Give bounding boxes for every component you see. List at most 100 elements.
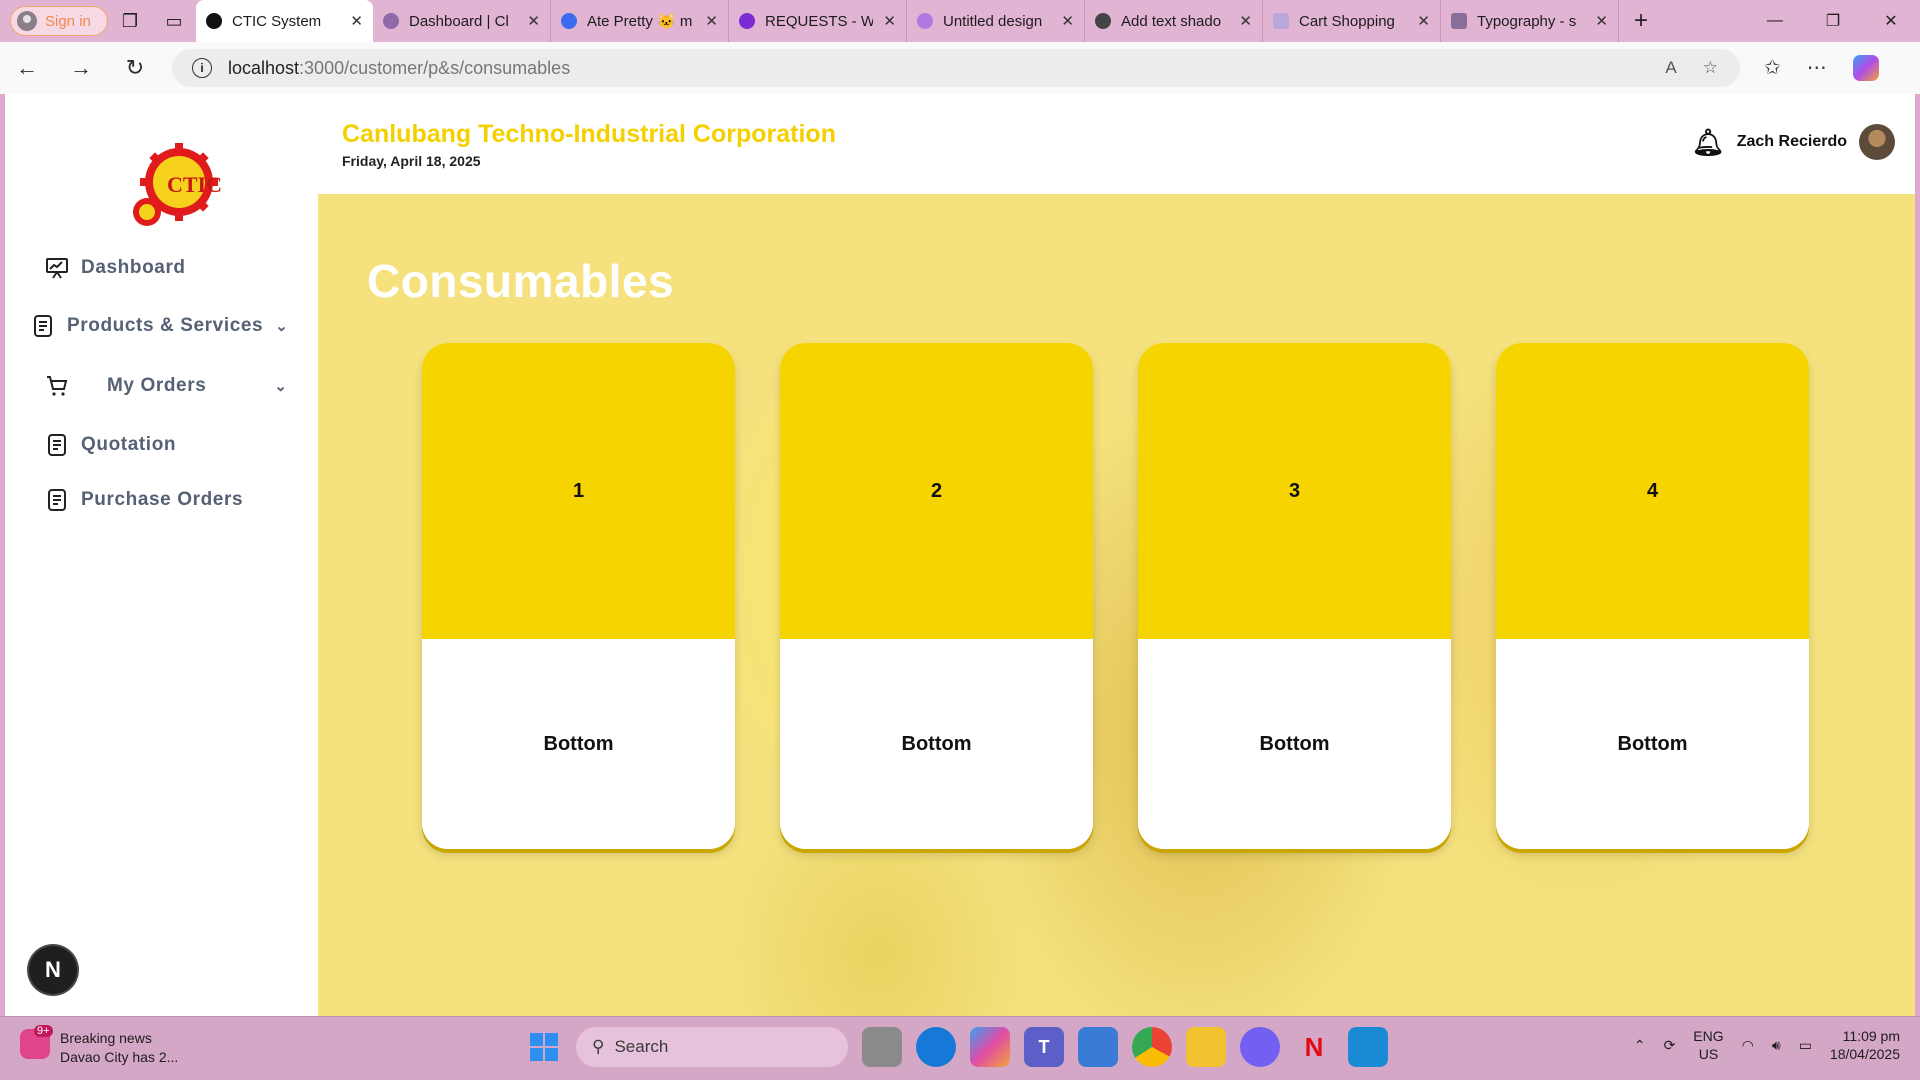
news-widget[interactable]: 9+ Breaking news Davao City has 2... bbox=[20, 1025, 178, 1067]
tab-actions-icon[interactable]: ▭ bbox=[152, 0, 196, 42]
favorites-icon[interactable]: ✩ bbox=[1764, 55, 1781, 81]
card-top: 3 bbox=[1138, 343, 1451, 639]
wifi-icon[interactable]: ◠ bbox=[1742, 1037, 1754, 1054]
browser-tab[interactable]: REQUESTS - W ✕ bbox=[729, 0, 907, 42]
tab-title: Dashboard | Cl bbox=[409, 12, 509, 30]
chevron-up-icon[interactable]: ⌃ bbox=[1634, 1037, 1646, 1054]
card-bottom: Bottom bbox=[422, 639, 735, 849]
chatgpt-favicon-icon bbox=[1095, 13, 1111, 29]
sign-in-button[interactable]: Sign in bbox=[10, 6, 108, 36]
file-explorer-icon[interactable] bbox=[1186, 1027, 1226, 1067]
teams-icon[interactable]: T bbox=[1024, 1027, 1064, 1067]
sidebar-item-dashboard[interactable]: Dashboard bbox=[45, 256, 186, 280]
close-tab-icon[interactable]: ✕ bbox=[527, 12, 540, 30]
user-menu: 🔔︎ Zach Recierdo bbox=[1692, 124, 1895, 160]
browser-tab-ctic[interactable]: CTIC System ✕ bbox=[196, 0, 373, 42]
product-card[interactable]: 2 Bottom bbox=[780, 343, 1093, 849]
sign-in-label: Sign in bbox=[45, 12, 91, 30]
browser-tab[interactable]: Ate Pretty 🐱 m ✕ bbox=[551, 0, 729, 42]
workspaces-icon[interactable]: ❐ bbox=[108, 0, 152, 42]
card-top: 2 bbox=[780, 343, 1093, 639]
address-bar[interactable]: i localhost:3000/customer/p&s/consumable… bbox=[172, 49, 1740, 87]
tab-title: Typography - s bbox=[1477, 12, 1577, 30]
card-top: 1 bbox=[422, 343, 735, 639]
messenger-favicon-icon bbox=[561, 13, 577, 29]
copilot-icon[interactable] bbox=[1852, 55, 1879, 81]
battery-icon[interactable]: ▭ bbox=[1799, 1037, 1812, 1054]
news-icon: 9+ bbox=[20, 1025, 53, 1059]
sidebar-item-label: My Orders bbox=[107, 375, 207, 396]
main-content: Consumables 1 Bottom 2 Bottom 3 Bottom 4… bbox=[318, 194, 1915, 1016]
more-options-icon[interactable]: ⋯ bbox=[1807, 55, 1827, 81]
sidebar-item-my-orders[interactable]: My Orders ⌄ bbox=[45, 374, 288, 398]
language-indicator[interactable]: ENG US bbox=[1693, 1027, 1723, 1063]
forward-icon[interactable]: → bbox=[54, 55, 108, 81]
close-tab-icon[interactable]: ✕ bbox=[1061, 12, 1074, 30]
dashboard-chart-icon bbox=[46, 258, 68, 279]
product-card[interactable]: 1 Bottom bbox=[422, 343, 735, 849]
browser-tab[interactable]: Typography - s ✕ bbox=[1441, 0, 1619, 42]
sidebar-item-products-services[interactable]: Products & Services ⌄ bbox=[31, 314, 288, 338]
ctic-logo-icon: CTIC bbox=[133, 143, 222, 226]
vscode-icon[interactable] bbox=[1348, 1027, 1388, 1067]
edge-icon[interactable] bbox=[916, 1027, 956, 1067]
windows-start-icon[interactable] bbox=[526, 1029, 562, 1065]
browser-tab[interactable]: Add text shado ✕ bbox=[1085, 0, 1263, 42]
browser-tab[interactable]: Cart Shopping ✕ bbox=[1263, 0, 1441, 42]
product-card[interactable]: 4 Bottom bbox=[1496, 343, 1809, 849]
browser-tab[interactable]: Dashboard | Cl ✕ bbox=[373, 0, 551, 42]
sync-icon[interactable]: ⟳ bbox=[1664, 1037, 1676, 1054]
tab-favicon-icon bbox=[383, 13, 399, 29]
page-title: Consumables bbox=[367, 255, 675, 307]
close-window-icon[interactable]: ✕ bbox=[1862, 0, 1920, 42]
close-tab-icon[interactable]: ✕ bbox=[1417, 12, 1430, 30]
ctic-favicon-icon bbox=[206, 13, 222, 29]
tab-title: REQUESTS - W bbox=[765, 12, 874, 30]
sidebar-item-purchase-orders[interactable]: Purchase Orders bbox=[45, 488, 243, 512]
site-info-icon[interactable]: i bbox=[192, 58, 212, 78]
store-icon[interactable] bbox=[1078, 1027, 1118, 1067]
new-tab-button[interactable]: + bbox=[1619, 7, 1663, 35]
lang-code: ENG bbox=[1693, 1028, 1724, 1044]
card-top: 4 bbox=[1496, 343, 1809, 639]
url-host: localhost bbox=[228, 57, 300, 78]
sidebar-item-quotation[interactable]: Quotation bbox=[45, 433, 176, 457]
close-tab-icon[interactable]: ✕ bbox=[1595, 12, 1608, 30]
chrome-icon[interactable] bbox=[1132, 1027, 1172, 1067]
taskbar-search[interactable]: ⚲ Search bbox=[576, 1027, 848, 1067]
netflix-icon[interactable]: N bbox=[1294, 1027, 1334, 1067]
minimize-icon[interactable]: — bbox=[1746, 0, 1804, 42]
user-name[interactable]: Zach Recierdo bbox=[1737, 133, 1847, 151]
address-toolbar: ← → ↻ i localhost:3000/customer/p&s/cons… bbox=[0, 42, 1920, 94]
canva-favicon-icon bbox=[917, 13, 933, 29]
sidebar-item-label: Quotation bbox=[81, 434, 177, 455]
avatar[interactable] bbox=[1859, 124, 1895, 160]
copilot-app-icon[interactable] bbox=[970, 1027, 1010, 1067]
clock[interactable]: 11:09 pm 18/04/2025 bbox=[1830, 1027, 1900, 1063]
back-icon[interactable]: ← bbox=[0, 55, 54, 81]
product-card[interactable]: 3 Bottom bbox=[1138, 343, 1451, 849]
favorite-star-icon[interactable]: ☆ bbox=[1703, 58, 1718, 78]
sidebar-item-label: Dashboard bbox=[81, 257, 186, 278]
tab-title: CTIC System bbox=[232, 12, 322, 30]
close-tab-icon[interactable]: ✕ bbox=[1239, 12, 1252, 30]
document-icon bbox=[48, 489, 66, 511]
sidebar: CTIC Dashboard Products & Services ⌄ My … bbox=[5, 94, 318, 1016]
nextjs-devtools-button[interactable]: N bbox=[29, 946, 77, 994]
close-tab-icon[interactable]: ✕ bbox=[350, 12, 363, 30]
refresh-icon[interactable]: ↻ bbox=[108, 55, 162, 81]
viber-icon[interactable] bbox=[1240, 1027, 1280, 1067]
close-tab-icon[interactable]: ✕ bbox=[883, 12, 896, 30]
task-view-icon[interactable] bbox=[862, 1027, 902, 1067]
url-path: :3000/customer/p&s/consumables bbox=[299, 57, 571, 78]
close-tab-icon[interactable]: ✕ bbox=[705, 12, 718, 30]
browser-tab[interactable]: Untitled design ✕ bbox=[907, 0, 1085, 42]
volume-icon[interactable]: 🔊︎ bbox=[1772, 1037, 1781, 1054]
current-date: Friday, April 18, 2025 bbox=[342, 153, 481, 169]
profile-icon bbox=[17, 11, 37, 31]
sidebar-item-label: Products & Services bbox=[67, 315, 264, 336]
company-name: Canlubang Techno-Industrial Corporation bbox=[342, 120, 836, 148]
restore-icon[interactable]: ❐ bbox=[1804, 0, 1862, 42]
bell-icon[interactable]: 🔔︎ bbox=[1692, 127, 1725, 158]
read-aloud-icon[interactable]: A bbox=[1665, 58, 1676, 78]
